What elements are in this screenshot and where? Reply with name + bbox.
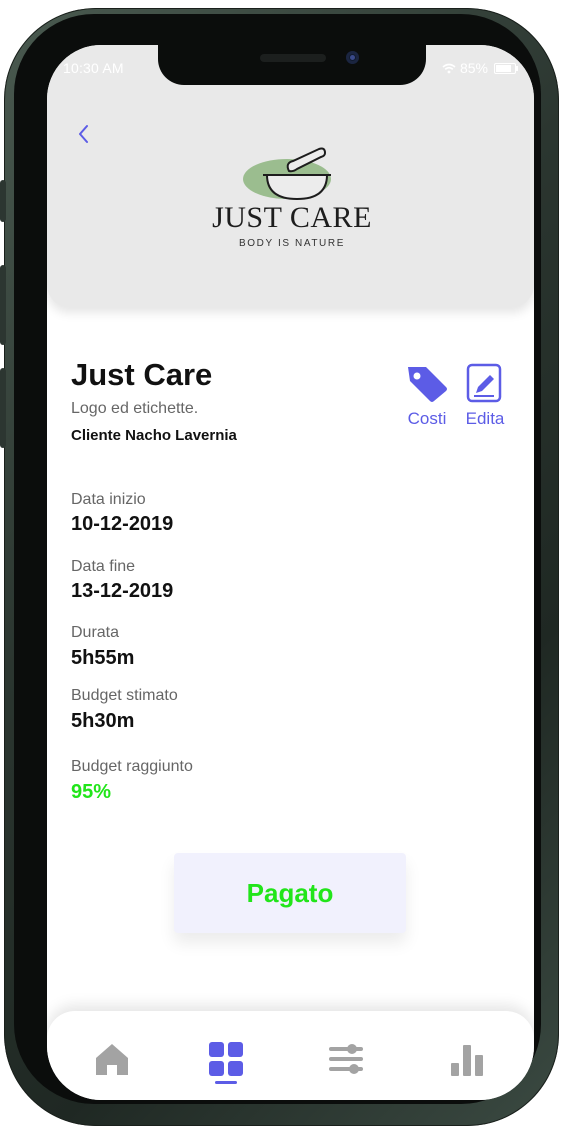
budget-estimated-label: Budget stimato (71, 687, 178, 704)
sliders-icon (329, 1044, 363, 1074)
nav-home[interactable] (90, 1037, 134, 1081)
project-title: Just Care (71, 357, 213, 392)
paid-label: Pagato (246, 877, 334, 908)
logo-subtitle: BODY IS NATURE (239, 238, 345, 249)
budget-reached-value: 95% (71, 781, 112, 803)
battery-icon (494, 62, 518, 74)
mortar-pestle-icon (243, 147, 331, 201)
notch (158, 45, 426, 85)
speaker-grille (260, 54, 326, 62)
side-button-volume-down (0, 368, 6, 448)
status-right: 85% (442, 60, 518, 76)
edit-button[interactable]: Edita (464, 363, 506, 429)
home-icon (96, 1044, 128, 1075)
duration-value: 5h55m (71, 647, 135, 669)
battery-percent: 85% (459, 60, 488, 76)
edit-icon (466, 363, 502, 403)
start-date-label: Data inizio (71, 491, 146, 508)
grid-icon (209, 1042, 243, 1076)
costs-label: Costi (407, 409, 447, 428)
bottom-nav (47, 1011, 534, 1100)
nav-stats[interactable] (445, 1037, 489, 1081)
front-camera (346, 51, 359, 64)
costs-button[interactable]: Costi (404, 363, 450, 429)
stage: 10:30 AM 85% JUST CARE BODY IS NATURE Ju… (0, 0, 565, 1128)
back-button[interactable] (71, 119, 99, 149)
budget-estimated-value: 5h30m (71, 710, 135, 732)
end-date-label: Data fine (71, 558, 136, 575)
brand-logo: JUST CARE BODY IS NATURE (197, 129, 387, 259)
nav-active-indicator (215, 1081, 237, 1084)
project-description: Logo ed etichette. (71, 400, 199, 417)
duration-label: Durata (71, 624, 120, 641)
side-button-volume-up (0, 265, 6, 345)
chevron-left-icon (79, 125, 88, 143)
end-date-value: 13-12-2019 (71, 580, 174, 602)
logo-title: JUST CARE (212, 201, 372, 234)
edit-label: Edita (465, 409, 505, 428)
project-client: Cliente Nacho Lavernia (71, 427, 237, 444)
paid-button[interactable]: Pagato (174, 853, 406, 933)
nav-projects[interactable] (204, 1037, 248, 1081)
screen: 10:30 AM 85% JUST CARE BODY IS NATURE Ju… (47, 45, 534, 1100)
tag-icon (408, 367, 447, 402)
budget-reached-label: Budget raggiunto (71, 758, 193, 775)
wifi-icon (442, 63, 456, 73)
status-time: 10:30 AM (63, 60, 124, 76)
bar-chart-icon (451, 1045, 483, 1076)
nav-settings[interactable] (324, 1037, 368, 1081)
side-button-silent (0, 180, 6, 222)
start-date-value: 10-12-2019 (71, 513, 174, 535)
